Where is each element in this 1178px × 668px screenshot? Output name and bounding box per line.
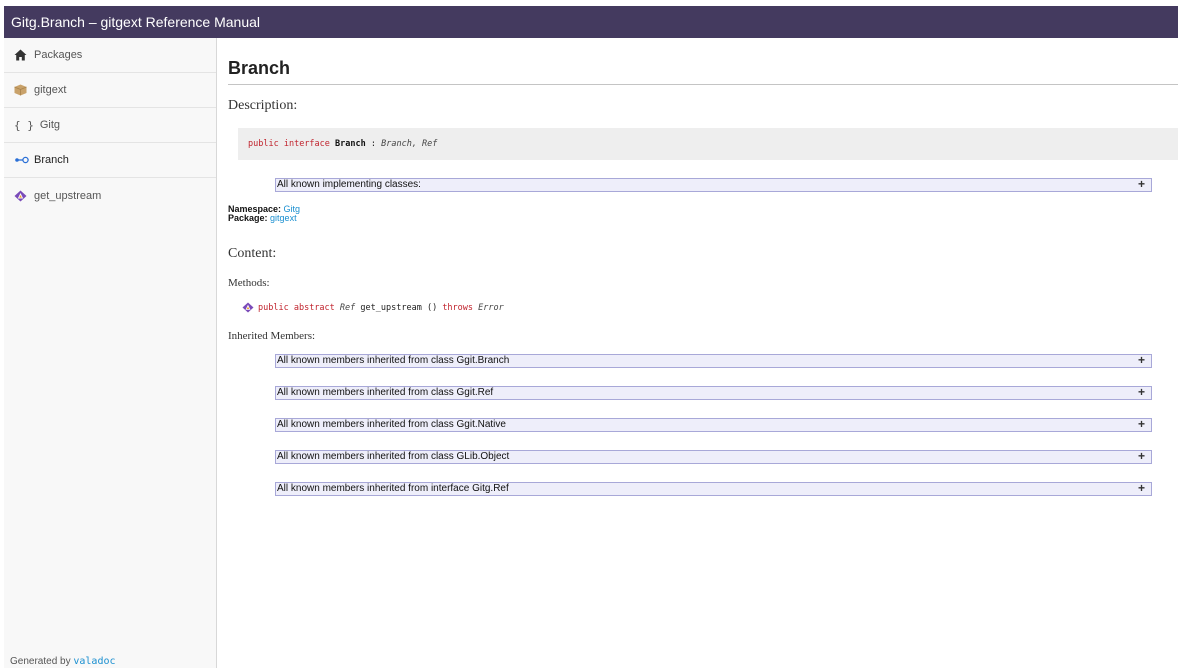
content-heading: Content: — [228, 246, 277, 261]
method-entry: public abstract Ref get_upstream () thro… — [242, 302, 1178, 313]
inherited-list: All known members inherited from class G… — [228, 342, 1178, 502]
generated-by-footer: Generated by valadoc — [10, 656, 116, 667]
expand-plus-icon: + — [1137, 177, 1145, 191]
signature-keyword: interface — [283, 139, 330, 149]
sidebar: Packages gitgext { } Gitg Branch get_ups… — [4, 38, 217, 668]
sidebar-item-gitg[interactable]: { } Gitg — [4, 108, 216, 143]
expand-plus-icon: + — [1137, 385, 1145, 399]
sidebar-item-label: gitgext — [34, 84, 67, 96]
method-return-type: Ref — [339, 302, 356, 313]
page-title: Branch — [228, 38, 1178, 85]
sidebar-item-label: get_upstream — [34, 189, 102, 202]
method-throws-type: Error — [478, 302, 504, 313]
expand-plus-icon: + — [1137, 481, 1145, 495]
expand-plus-icon: + — [1137, 353, 1145, 367]
method-params: () — [421, 302, 443, 313]
package-icon — [14, 84, 32, 96]
toggle-label: All known implementing classes: — [277, 179, 421, 190]
method-throws-keyword: throws — [442, 302, 474, 313]
namespace-braces-icon: { } — [14, 118, 34, 132]
sidebar-item-label: Gitg — [39, 119, 61, 131]
inherited-toggle-gitg-ref[interactable]: All known members inherited from interfa… — [275, 482, 1152, 496]
main-content: Branch Description: public interface Bra… — [228, 38, 1178, 502]
toggle-label: All known members inherited from class G… — [277, 419, 506, 430]
inherited-heading: Inherited Members: — [228, 330, 316, 342]
package-label: Package: — [228, 213, 268, 223]
signature-types: Branch, Ref — [381, 139, 438, 149]
methods-heading: Methods: — [228, 277, 270, 289]
toggle-label: All known members inherited from interfa… — [277, 483, 509, 494]
inherited-toggle-ggit-branch[interactable]: All known members inherited from class G… — [275, 354, 1152, 368]
abstract-method-icon — [242, 302, 254, 313]
abstract-method-icon — [14, 190, 32, 202]
inherited-toggle-ggit-ref[interactable]: All known members inherited from class G… — [275, 386, 1152, 400]
signature-keyword: public — [248, 139, 279, 149]
footer-prefix: Generated by — [10, 656, 74, 667]
expand-plus-icon: + — [1137, 449, 1145, 463]
inherited-toggle-glib-object[interactable]: All known members inherited from class G… — [275, 450, 1152, 464]
toggle-label: All known members inherited from class G… — [277, 451, 510, 462]
package-link[interactable]: gitgext — [270, 213, 297, 223]
implementing-classes-toggle[interactable]: All known implementing classes: + — [275, 178, 1152, 192]
toggle-label: All known members inherited from class G… — [277, 355, 510, 366]
description-heading: Description: — [228, 98, 298, 113]
sidebar-item-label: Branch — [34, 154, 69, 166]
signature-separator: : — [365, 139, 382, 149]
toggle-label: All known members inherited from class G… — [277, 387, 494, 398]
home-icon — [14, 49, 32, 61]
sidebar-item-gitgext[interactable]: gitgext — [4, 73, 216, 108]
method-keyword: abstract — [293, 302, 335, 313]
sidebar-item-get-upstream[interactable]: get_upstream — [4, 178, 216, 213]
method-keyword: public — [258, 302, 289, 313]
sidebar-item-branch[interactable]: Branch — [4, 143, 216, 178]
inherited-toggle-ggit-native[interactable]: All known members inherited from class G… — [275, 418, 1152, 432]
window-title: Gitg.Branch – gitgext Reference Manual — [4, 6, 1178, 38]
expand-plus-icon: + — [1137, 417, 1145, 431]
sidebar-item-label: Packages — [34, 49, 83, 61]
signature-name: Branch — [335, 139, 366, 149]
package-line: Package: gitgext — [228, 214, 297, 223]
valadoc-link[interactable]: valadoc — [73, 656, 115, 667]
signature-box: public interface Branch : Branch, Ref — [238, 128, 1178, 160]
sidebar-item-packages[interactable]: Packages — [4, 38, 216, 73]
interface-icon — [14, 156, 32, 164]
method-name-link[interactable]: get_upstream — [360, 303, 421, 313]
